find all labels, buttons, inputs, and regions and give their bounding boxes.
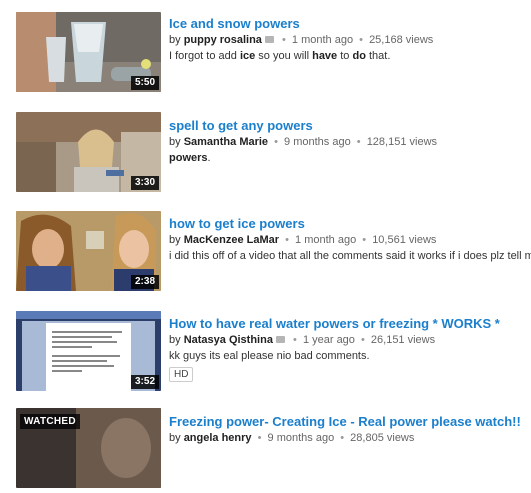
result-row: 3:30 spell to get any powers by Samantha… [0,112,531,197]
upload-age: 9 months ago [284,136,351,148]
video-description: i did this off of a video that all the c… [169,249,531,263]
separator-dot: • [257,432,262,444]
video-meta: by Samantha Marie • 9 months ago • 128,1… [169,135,524,149]
watched-badge: WATCHED [20,414,80,429]
result-row: 5:50 Ice and snow powers by puppy rosali… [0,12,531,97]
by-label: by [169,334,181,346]
result-info: Ice and snow powers by puppy rosalina • … [169,16,524,63]
description-highlight: do [352,50,366,62]
video-title-link[interactable]: Freezing power- Creating Ice - Real powe… [169,414,524,430]
video-description: I forgot to add ice so you will have to … [169,49,524,63]
verified-icon [264,36,274,43]
verified-icon [275,336,285,343]
result-row: WATCHED Freezing power- Creating Ice - R… [0,408,531,493]
description-highlight: ice [239,50,256,62]
result-info: how to get ice powers by MacKenzee LaMar… [169,216,531,263]
channel-link[interactable]: MacKenzee LaMar [184,234,279,246]
separator-dot: • [293,334,297,346]
description-text: . [207,152,211,164]
video-description: powers. [169,151,524,165]
view-count: 128,151 views [366,136,438,148]
hd-badge: HD [169,367,194,382]
search-results-list: 5:50 Ice and snow powers by puppy rosali… [0,0,531,488]
video-thumbnail[interactable]: WATCHED [16,408,161,488]
view-count: 26,151 views [370,334,436,346]
by-label: by [169,432,181,444]
duration-badge: 2:38 [130,275,159,289]
video-thumbnail[interactable]: 3:30 [16,112,161,192]
separator-dot: • [340,432,345,444]
separator-dot: • [356,136,361,148]
description-text: kk guys its eal please nio bad comments. [169,350,370,362]
description-text: I forgot to add [169,50,240,62]
video-thumbnail[interactable]: 3:52 [16,311,161,391]
video-description: kk guys its eal please nio bad comments. [169,349,524,363]
view-count: 28,805 views [350,432,415,444]
by-label: by [169,136,181,148]
result-row: 3:52 How to have real water powers or fr… [0,311,531,396]
upload-age: 1 year ago [302,334,355,346]
description-text: i did this off of a video that all the c… [169,250,531,262]
by-label: by [169,34,181,46]
duration-badge: 3:52 [130,375,159,389]
description-text: to [337,50,353,62]
view-count: 25,168 views [369,34,434,46]
upload-age: 1 month ago [295,234,357,246]
description-text: that. [365,50,391,62]
video-title-link[interactable]: how to get ice powers [169,216,524,232]
duration-badge: 5:50 [130,76,159,90]
video-thumbnail[interactable]: 5:50 [16,12,161,92]
upload-age: 1 month ago [291,34,354,46]
video-title-link[interactable]: How to have real water powers or freezin… [169,316,524,332]
result-info: Freezing power- Creating Ice - Real powe… [169,414,524,445]
result-info: spell to get any powers by Samantha Mari… [169,118,524,165]
video-thumbnail[interactable]: 2:38 [16,211,161,291]
description-highlight: have [312,50,338,62]
channel-link[interactable]: angela henry [184,432,252,444]
view-count: 10,561 views [372,234,437,246]
video-meta: by Natasya Qisthina • 1 year ago • 26,15… [169,333,524,347]
separator-dot: • [360,334,365,346]
result-info: How to have real water powers or freezin… [169,316,524,382]
separator-dot: • [359,34,363,46]
video-title-link[interactable]: spell to get any powers [169,118,524,134]
upload-age: 9 months ago [267,432,335,444]
channel-link[interactable]: Samantha Marie [184,136,268,148]
result-row: 2:38 how to get ice powers by MacKenzee … [0,211,531,296]
video-meta: by angela henry • 9 months ago • 28,805 … [169,431,524,445]
by-label: by [169,234,181,246]
description-text: so you will [255,50,313,62]
description-highlight: powers [169,152,208,164]
video-title-link[interactable]: Ice and snow powers [169,16,524,32]
video-meta: by puppy rosalina • 1 month ago • 25,168… [169,33,524,47]
channel-link[interactable]: Natasya Qisthina [184,334,273,346]
video-meta: by MacKenzee LaMar • 1 month ago • 10,56… [169,233,524,247]
channel-link[interactable]: puppy rosalina [184,34,262,46]
separator-dot: • [285,234,289,246]
separator-dot: • [274,136,278,148]
separator-dot: • [362,234,367,246]
separator-dot: • [282,34,286,46]
duration-badge: 3:30 [130,176,159,190]
